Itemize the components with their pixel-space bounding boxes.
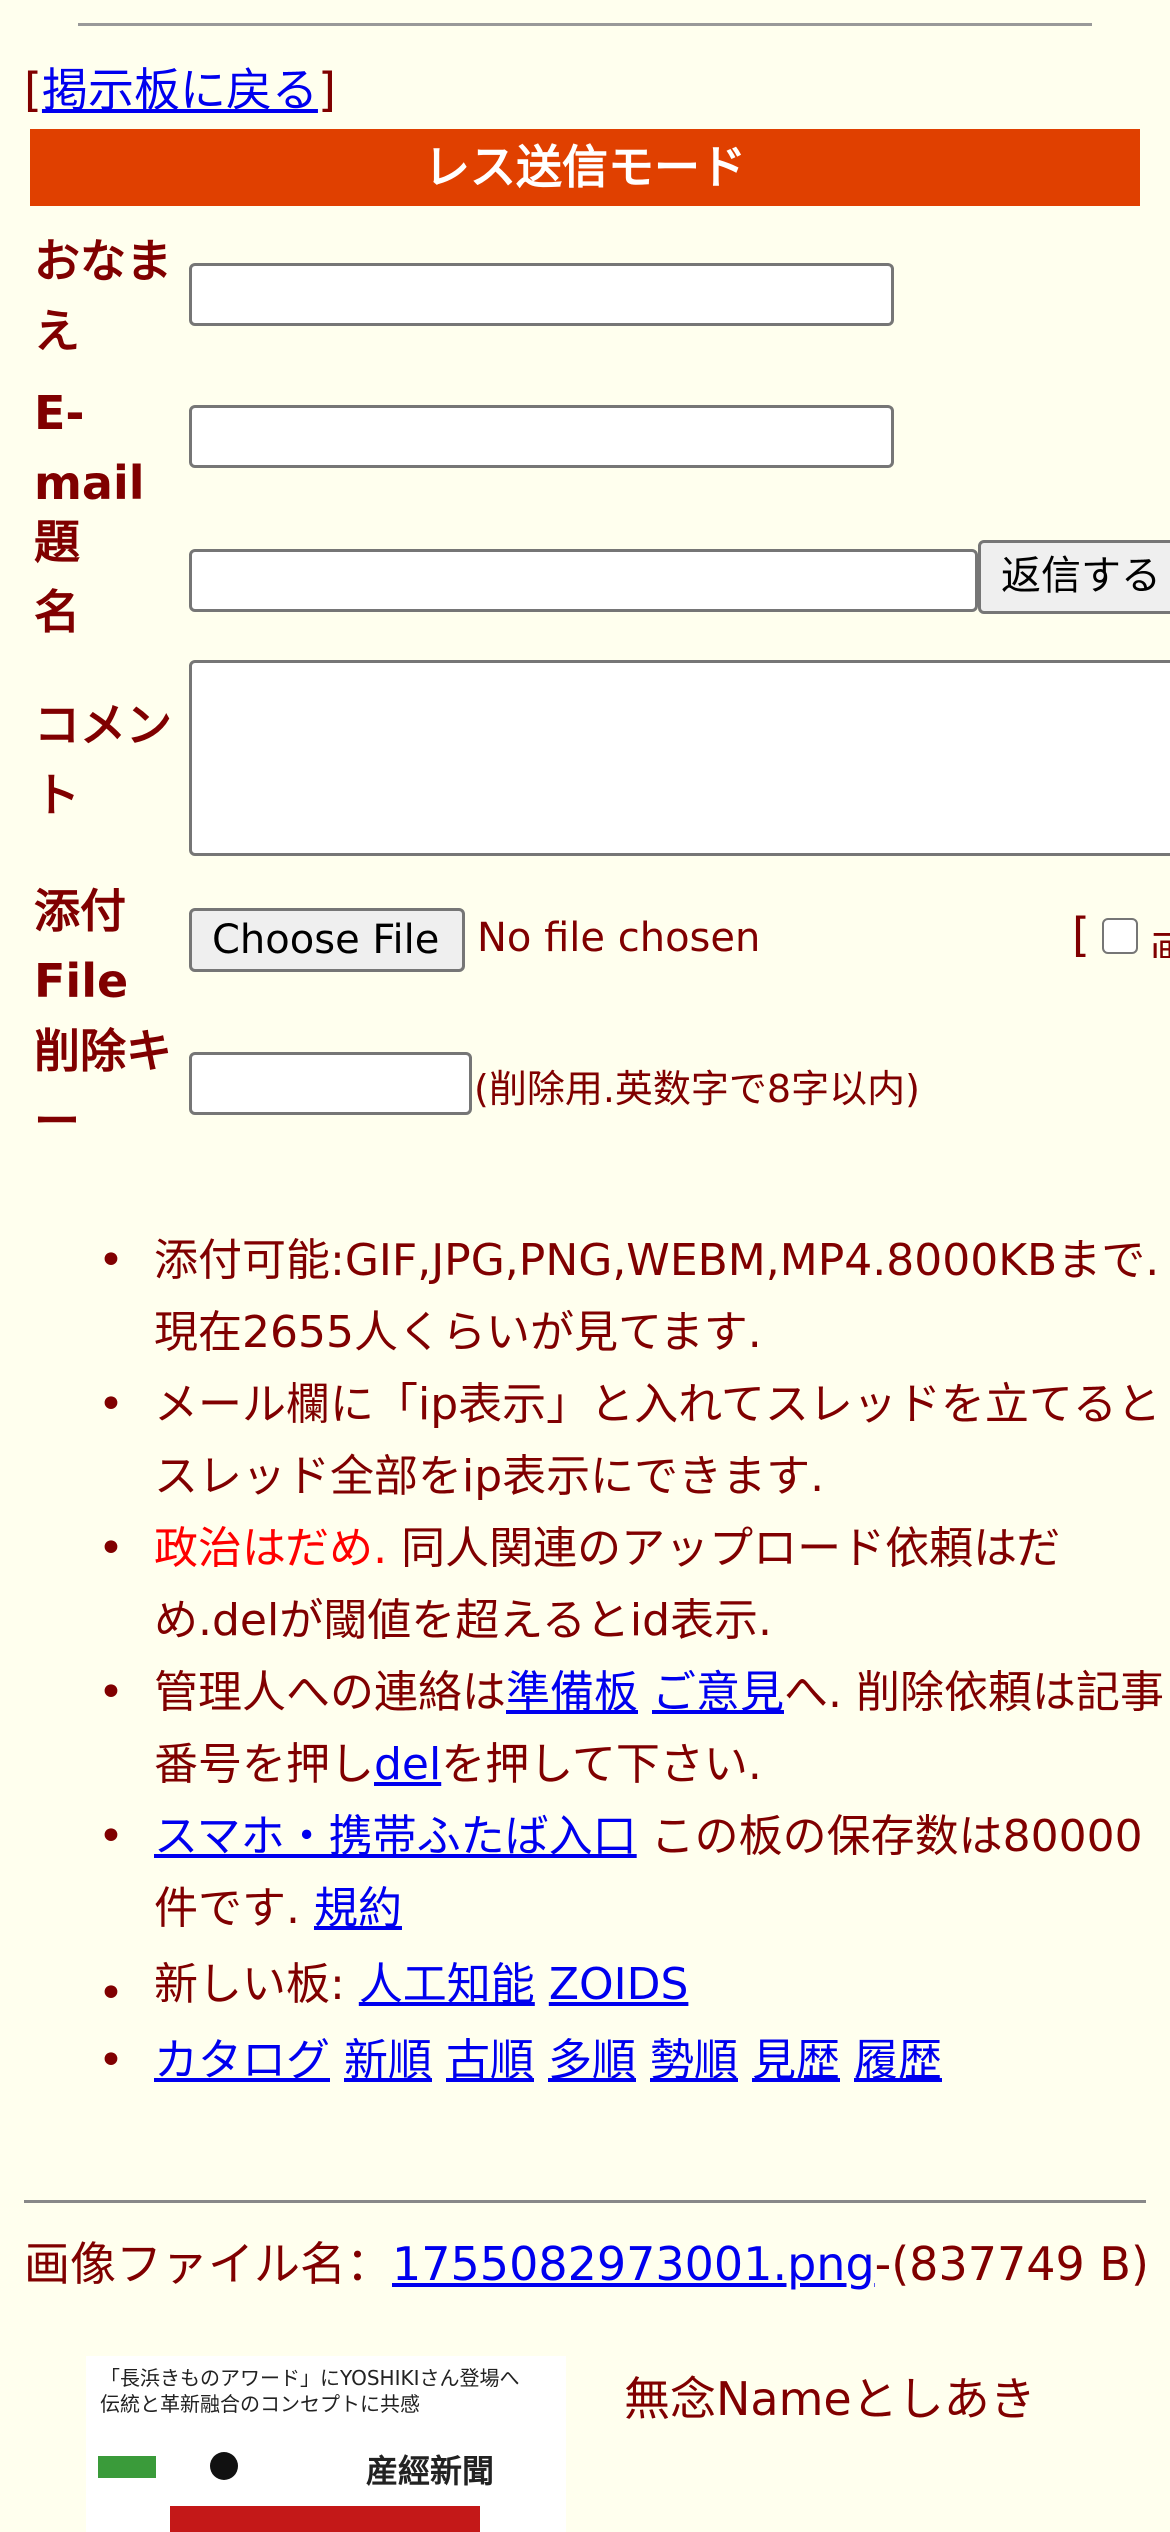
sort-links: カタログ 新順 古順 多順 勢順 見歴 履歴	[98, 2025, 1170, 2097]
rule-mobile: スマホ・携帯ふたば入口 この板の保存数は80000件です. 規約	[98, 1801, 1170, 1945]
new-boards: 新しい板: 人工知能 ZOIDS	[98, 1945, 1170, 2043]
subject-input[interactable]	[189, 549, 978, 612]
choose-file-button[interactable]: Choose File	[189, 908, 465, 972]
image-file-info: 画像ファイル名：1755082973001.png-(837749 B)	[24, 2235, 1154, 2293]
comment-textarea[interactable]	[189, 660, 1170, 856]
rule-ip-display: メール欄に「ip表示」と入れてスレッドを立てるとスレッド全部をip表示にできます…	[98, 1369, 1170, 1513]
ai-board-link[interactable]: 人工知能	[359, 1959, 535, 2010]
reply-mode-banner: レス送信モード	[30, 129, 1140, 206]
comment-label: コメント	[34, 698, 172, 822]
thread-divider	[24, 2200, 1146, 2203]
file-label: 添付File	[34, 884, 129, 1008]
thumb-headline-1: 「長浜きものアワード」にYOSHIKIさん登場へ	[100, 2366, 520, 2390]
sort-old-link[interactable]: 古順	[446, 2035, 534, 2086]
feedback-link[interactable]: ご意見	[652, 1667, 784, 1718]
back-to-board: [掲示板に戻る]	[24, 62, 336, 118]
extra-option-label-clip: 画	[1148, 918, 1170, 958]
rules-list: 添付可能:GIF,JPG,PNG,WEBM,MP4.8000KBまで. 現在26…	[0, 1225, 1170, 2097]
rule-politics-warning: 政治はだめ.	[154, 1523, 388, 1574]
post-history-link[interactable]: 履歴	[854, 2035, 942, 2086]
viewed-history-link[interactable]: 見歴	[752, 2035, 840, 2086]
sort-many-link[interactable]: 多順	[548, 2035, 636, 2086]
poster-name: 無念Nameとしあき	[624, 2372, 1036, 2426]
image-thumbnail[interactable]: 「長浜きものアワード」にYOSHIKIさん登場へ 伝統と革新融合のコンセプトに共…	[86, 2356, 566, 2532]
email-label: E-mail	[34, 386, 145, 510]
subject-label: 題名	[34, 515, 80, 639]
rule-contact: 管理人への連絡は準備板 ご意見へ. 削除依頼は記事番号を押しdelを押して下さい…	[98, 1657, 1170, 1801]
rule-contact-text-c: を押して下さい.	[441, 1739, 762, 1790]
rule-attachments-text: 添付可能:GIF,JPG,PNG,WEBM,MP4.8000KBまで. 現在26…	[154, 1235, 1160, 1358]
del-link[interactable]: del	[374, 1739, 441, 1790]
delete-key-label: 削除キー	[34, 1024, 172, 1148]
thumb-photo	[170, 2506, 480, 2532]
rule-ip-display-text: メール欄に「ip表示」と入れてスレッドを立てるとスレッド全部をip表示にできます…	[154, 1379, 1161, 1502]
thumb-newspaper-logo: 産經新聞	[366, 2452, 495, 2490]
top-divider	[78, 23, 1092, 26]
delete-key-input[interactable]	[189, 1052, 472, 1115]
extra-option-checkbox[interactable]	[1102, 918, 1138, 954]
extra-option-glyph: 画	[1150, 928, 1170, 958]
name-input[interactable]	[189, 263, 894, 326]
terms-link[interactable]: 規約	[314, 1883, 402, 1934]
rule-attachments: 添付可能:GIF,JPG,PNG,WEBM,MP4.8000KBまで. 現在26…	[98, 1225, 1170, 1369]
file-size: -(837749 B)	[874, 2237, 1149, 2291]
thumb-headline-2: 伝統と革新融合のコンセプトに共感	[100, 2392, 420, 2416]
thumb-badge	[98, 2456, 156, 2478]
zoids-board-link[interactable]: ZOIDS	[549, 1959, 689, 2010]
catalog-link[interactable]: カタログ	[154, 2035, 330, 2086]
sort-new-link[interactable]: 新順	[344, 2035, 432, 2086]
rule-contact-text-a: 管理人への連絡は	[154, 1667, 506, 1718]
prep-board-link[interactable]: 準備板	[506, 1667, 638, 1718]
delete-key-note: (削除用.英数字で8字以内)	[474, 1067, 920, 1111]
file-prefix: 画像ファイル名：	[24, 2237, 392, 2291]
bracket-close: ]	[317, 63, 336, 117]
extra-option-bracket: [	[1072, 908, 1090, 962]
no-file-chosen-text: No file chosen	[477, 915, 761, 961]
back-to-board-link[interactable]: 掲示板に戻る	[42, 63, 318, 117]
mobile-entry-link[interactable]: スマホ・携帯ふたば入口	[154, 1811, 637, 1862]
name-label: おなまえ	[34, 234, 172, 358]
email-input[interactable]	[189, 405, 894, 468]
rule-politics: 政治はだめ. 同人関連のアップロード依頼はだめ.delが閾値を超えるとid表示.	[98, 1513, 1170, 1657]
new-boards-label: 新しい板:	[154, 1959, 359, 2010]
bracket-open: [	[24, 63, 42, 117]
image-file-link[interactable]: 1755082973001.png	[392, 2237, 875, 2291]
sort-momentum-link[interactable]: 勢順	[650, 2035, 738, 2086]
x-logo-icon	[210, 2452, 238, 2480]
reply-submit-button[interactable]: 返信する	[978, 540, 1170, 614]
